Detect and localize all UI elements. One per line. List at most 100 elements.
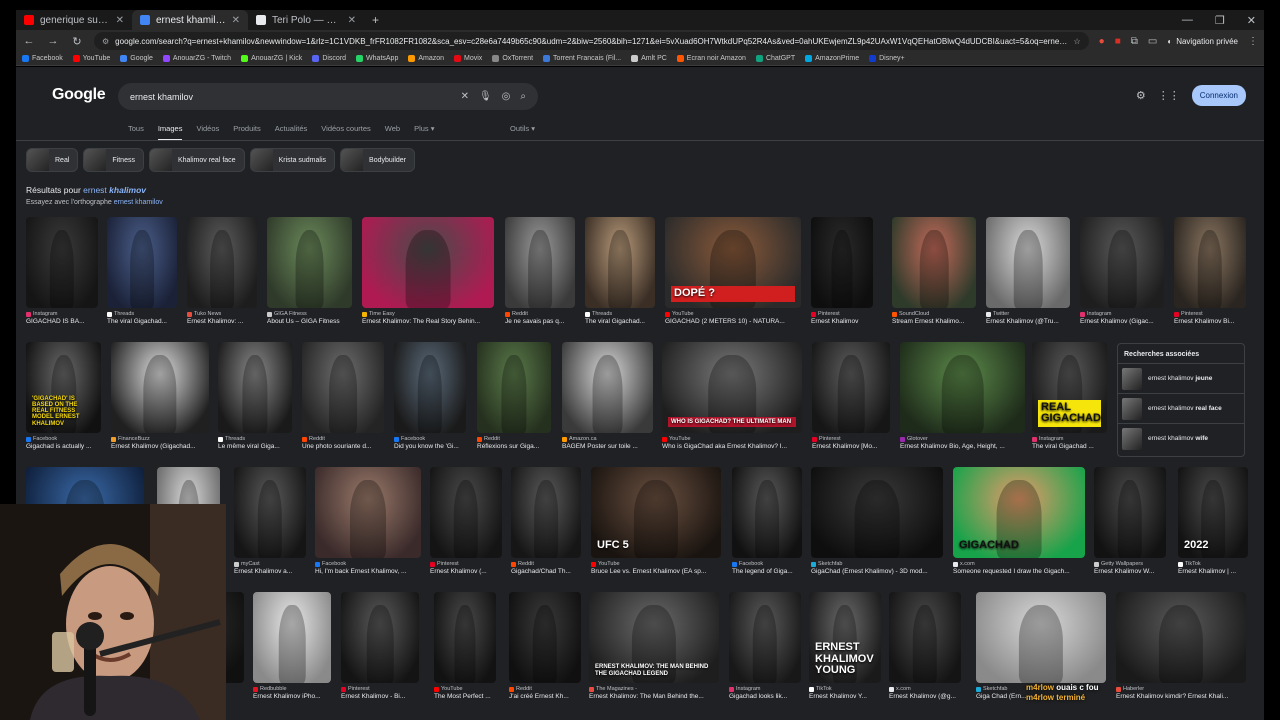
- bookmark-item[interactable]: Google: [120, 55, 153, 62]
- back-icon[interactable]: ←: [22, 35, 36, 47]
- image-result[interactable]: GIGACHAD x.com Someone requested I draw th…: [953, 467, 1085, 575]
- result-title[interactable]: Ernest Khalimov: The Real Story Behin...: [362, 318, 494, 325]
- image-result[interactable]: Reddit J'ai créé Ernest Kh...: [509, 592, 581, 700]
- bookmark-item[interactable]: Movix: [454, 55, 482, 62]
- close-icon[interactable]: ✕: [348, 15, 356, 26]
- result-title[interactable]: Ernest Khalimov: [811, 318, 873, 325]
- image-thumbnail[interactable]: [218, 342, 292, 433]
- bookmark-item[interactable]: Ecran noir Amazon: [676, 55, 746, 62]
- result-title[interactable]: Ernest Khalimov iPho...: [253, 693, 331, 700]
- image-result[interactable]: Tuko News Ernest Khalimov: ...: [187, 217, 257, 325]
- image-result[interactable]: Reddit Je ne savais pas q...: [505, 217, 575, 325]
- result-title[interactable]: Hi, I'm back Ernest Khalimov, ...: [315, 568, 421, 575]
- result-title[interactable]: Ernest Khalimov Bi...: [1174, 318, 1246, 325]
- image-thumbnail[interactable]: [976, 592, 1106, 683]
- bookmark-item[interactable]: Amlt PC: [631, 55, 667, 62]
- bookmark-star-icon[interactable]: ☆: [1073, 37, 1080, 46]
- image-result[interactable]: YouTube The Most Perfect ...: [434, 592, 496, 700]
- result-title[interactable]: Bruce Lee vs. Ernest Khalimov (EA sp...: [591, 568, 721, 575]
- image-thumbnail[interactable]: [430, 467, 502, 558]
- image-thumbnail[interactable]: 2022: [1178, 467, 1248, 558]
- image-result[interactable]: Reddit Réflexions sur Giga...: [477, 342, 551, 450]
- result-title[interactable]: GIGACHAD (2 METERS 10) - NATURA...: [665, 318, 801, 325]
- image-thumbnail[interactable]: [187, 217, 257, 308]
- bookmark-item[interactable]: YouTube: [72, 55, 110, 62]
- result-title[interactable]: Je ne savais pas q...: [505, 318, 575, 325]
- result-title[interactable]: The viral Gigachad...: [107, 318, 177, 325]
- extensions-puzzle-icon[interactable]: ⧉: [1131, 36, 1138, 47]
- result-title[interactable]: Le même viral Giga...: [218, 443, 292, 450]
- reload-icon[interactable]: ↻: [70, 35, 84, 48]
- tab-2[interactable]: Teri Polo — Wikipédia ✕: [248, 10, 364, 30]
- image-result[interactable]: Pinterest Ernest Khalimov Bi...: [1174, 217, 1246, 325]
- result-title[interactable]: Ernest Khalimov (...: [430, 568, 502, 575]
- image-thumbnail[interactable]: [26, 217, 98, 308]
- result-title[interactable]: Ernest Khalimov: ...: [187, 318, 257, 325]
- extension-icon[interactable]: ●: [1099, 36, 1105, 47]
- new-tab-button[interactable]: +: [364, 13, 387, 27]
- google-logo[interactable]: Google: [52, 86, 106, 104]
- image-result[interactable]: WHO IS GIGACHAD? THE ULTIMATE MAN YouTube…: [662, 342, 802, 450]
- result-title[interactable]: Ernest Khalimov Y...: [809, 693, 881, 700]
- image-thumbnail[interactable]: WHO IS GIGACHAD? THE ULTIMATE MAN: [662, 342, 802, 433]
- image-result[interactable]: 2022 TikTok Ernest Khalimov | ...: [1178, 467, 1248, 575]
- image-thumbnail[interactable]: [900, 342, 1025, 433]
- site-info-icon[interactable]: ⚙: [102, 37, 109, 46]
- result-title[interactable]: GigaChad (Ernest Khalimov) - 3D mod...: [811, 568, 943, 575]
- image-result[interactable]: Threads The viral Gigachad...: [107, 217, 177, 325]
- result-title[interactable]: Ernest Khalimov (Gigac...: [1080, 318, 1164, 325]
- extension-icon[interactable]: ■: [1115, 36, 1121, 47]
- forward-icon[interactable]: →: [46, 35, 60, 47]
- image-result[interactable]: Pinterest Ernest Khalimov - Bi...: [341, 592, 419, 700]
- related-search-item[interactable]: ernest khalimov jeune: [1118, 363, 1244, 393]
- image-thumbnail[interactable]: Real GigaChad: [1032, 342, 1107, 433]
- result-title[interactable]: Stream Ernest Khalimo...: [892, 318, 976, 325]
- image-thumbnail[interactable]: GIGACHAD: [953, 467, 1085, 558]
- bookmark-item[interactable]: ChatGPT: [755, 55, 795, 62]
- image-thumbnail[interactable]: [477, 342, 551, 433]
- search-tab-3[interactable]: Produits: [233, 124, 261, 141]
- image-thumbnail[interactable]: [434, 592, 496, 683]
- close-window-icon[interactable]: ✕: [1247, 14, 1256, 27]
- image-result[interactable]: Time Easy Ernest Khalimov: The Real Story…: [362, 217, 494, 325]
- result-title[interactable]: Ernest Khalimov (@Tru...: [986, 318, 1070, 325]
- image-result[interactable]: Ernest Khalimov: The Man Behind the Giga…: [589, 592, 719, 700]
- result-title[interactable]: Réflexions sur Giga...: [477, 443, 551, 450]
- search-box[interactable]: ernest khamilov ✕ 🎙 ◎ ⌕: [118, 83, 538, 110]
- image-thumbnail[interactable]: UFC 5: [591, 467, 721, 558]
- image-thumbnail[interactable]: [509, 592, 581, 683]
- image-result[interactable]: Amazon.ca BAGEM Poster sur toile ...: [562, 342, 653, 450]
- related-search-item[interactable]: ernest khalimov wife: [1118, 423, 1244, 453]
- result-title[interactable]: Ernest Khalimov (@g...: [889, 693, 961, 700]
- image-result[interactable]: Instagram Ernest Khalimov (Gigac...: [1080, 217, 1164, 325]
- image-result[interactable]: Reddit Gigachad/Chad Th...: [511, 467, 581, 575]
- image-thumbnail[interactable]: [362, 217, 494, 308]
- image-thumbnail[interactable]: [986, 217, 1070, 308]
- image-result[interactable]: Glotover Ernest Khalimov Bio, Age, Height…: [900, 342, 1025, 450]
- image-result[interactable]: UFC 5 YouTube Bruce Lee vs. Ernest Khalimo…: [591, 467, 721, 575]
- refinement-chip[interactable]: Bodybuilder: [340, 148, 415, 172]
- refinement-chip[interactable]: Khalimov real face: [148, 148, 245, 172]
- result-title[interactable]: Ernest Khalimov: The Man Behind the...: [589, 693, 719, 700]
- close-icon[interactable]: ✕: [232, 15, 240, 26]
- image-thumbnail[interactable]: DOPÉ ?: [665, 217, 801, 308]
- image-thumbnail[interactable]: [1080, 217, 1164, 308]
- image-thumbnail[interactable]: [1116, 592, 1246, 683]
- tab-1[interactable]: ernest khamilov - Recherche Google ✕: [132, 10, 248, 30]
- tab-search-icon[interactable]: ▭: [1148, 36, 1157, 47]
- result-title[interactable]: J'ai créé Ernest Kh...: [509, 693, 581, 700]
- result-title[interactable]: Ernest Khalimov kimdir? Ernest Khali...: [1116, 693, 1246, 700]
- refinement-chip[interactable]: Real: [26, 148, 79, 172]
- related-search-item[interactable]: ernest khalimov real face: [1118, 393, 1244, 423]
- image-result[interactable]: SoundCloud Stream Ernest Khalimo...: [892, 217, 976, 325]
- image-result[interactable]: Pinterest Ernest Khalimov [Mo...: [812, 342, 890, 450]
- search-tab-7[interactable]: Plus ▾: [414, 124, 434, 141]
- image-result[interactable]: myCast Ernest Khalimov a...: [234, 467, 306, 575]
- result-title[interactable]: About Us – GIGA Fitness: [267, 318, 352, 325]
- image-thumbnail[interactable]: ERNEST KHALIMOV YOUNG: [809, 592, 881, 683]
- image-result[interactable]: x.com Ernest Khalimov (@g...: [889, 592, 961, 700]
- tools-button[interactable]: Outils ▾: [510, 124, 535, 133]
- lens-icon[interactable]: ◎: [502, 91, 511, 102]
- refinement-chip[interactable]: Fitness: [83, 148, 144, 172]
- result-title[interactable]: Ernest Khalimov W...: [1094, 568, 1166, 575]
